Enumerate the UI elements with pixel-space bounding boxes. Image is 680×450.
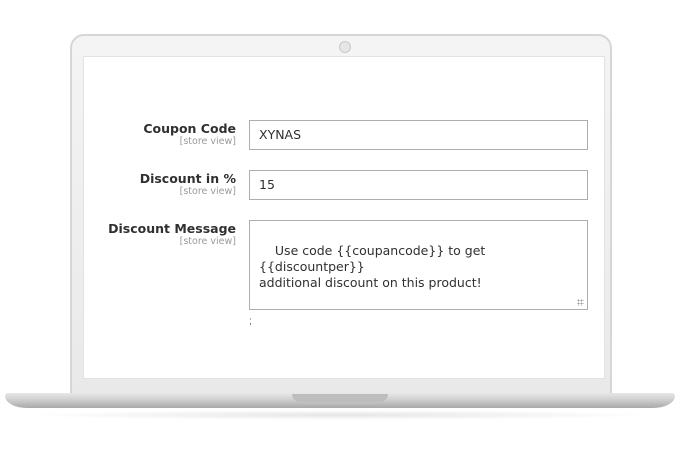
discount-percent-label-group: Discount in % [store view]	[56, 171, 236, 198]
coupon-code-input[interactable]: XYNAS	[249, 120, 588, 150]
discount-percent-label: Discount in %	[139, 171, 236, 186]
coupon-code-label: Coupon Code	[143, 121, 236, 136]
discount-percent-scope: [store view]	[179, 186, 236, 197]
laptop-shadow	[20, 410, 660, 420]
laptop-hinge-notch	[292, 394, 388, 402]
discount-message-text: Use code {{coupancode}} to get {{discoun…	[259, 243, 486, 290]
coupon-code-label-group: Coupon Code [store view]	[56, 121, 236, 148]
discount-message-textarea[interactable]: Use code {{coupancode}} to get {{discoun…	[249, 220, 588, 310]
coupon-code-scope: [store view]	[179, 136, 236, 147]
resize-grip-icon[interactable]	[577, 299, 584, 306]
discount-message-label: Discount Message	[108, 221, 236, 236]
discount-message-scope: [store view]	[179, 236, 236, 247]
laptop-screen	[83, 56, 605, 379]
discount-message-label-group: Discount Message [store view]	[56, 221, 236, 248]
webcam	[339, 41, 351, 53]
laptop-mockup: Coupon Code [store view] XYNAS Discount …	[0, 0, 680, 450]
discount-percent-input[interactable]: 15	[249, 170, 588, 200]
field-note-mark: ;	[249, 316, 253, 327]
